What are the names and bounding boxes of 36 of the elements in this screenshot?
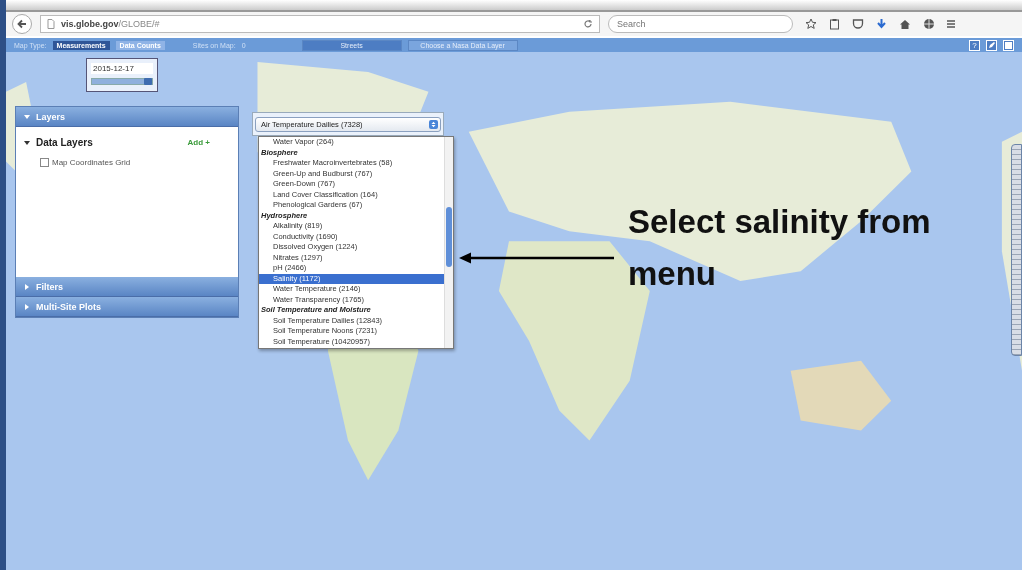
tool-button[interactable]: [986, 39, 997, 51]
add-link[interactable]: Add +: [187, 138, 210, 147]
pencil-icon: [987, 41, 996, 49]
menu-icon[interactable]: [947, 18, 955, 30]
triangle-icon: [24, 140, 30, 147]
fullscreen-button[interactable]: [1003, 39, 1014, 51]
url-text: vis.globe.gov/GLOBE/#: [61, 19, 160, 29]
reload-icon[interactable]: [583, 19, 593, 29]
scrollbar-thumb[interactable]: [446, 207, 452, 267]
date-slider-thumb[interactable]: [144, 78, 152, 85]
scrollbar[interactable]: [444, 137, 453, 348]
globe-icon[interactable]: [923, 18, 935, 30]
triangle-icon: [24, 114, 30, 121]
square-icon: [1005, 41, 1012, 49]
data-layers-header[interactable]: Data Layers: [24, 137, 93, 148]
date-slider[interactable]: [91, 78, 153, 85]
stepper-icon: [429, 120, 438, 129]
zoom-control[interactable]: [1011, 144, 1022, 356]
search-field[interactable]: Search: [608, 15, 793, 33]
back-button[interactable]: [12, 14, 32, 34]
annotation-text: Select salinity from: [628, 202, 931, 242]
arrow-left-icon: [16, 18, 28, 30]
annotation-text: menu: [628, 254, 717, 294]
checkbox-label: Map Coordinates Grid: [52, 158, 131, 167]
date-value: 2015-12-17: [91, 63, 153, 74]
clipboard-icon[interactable]: [829, 18, 840, 30]
home-icon[interactable]: [899, 18, 911, 30]
page-icon: [47, 19, 55, 29]
address-bar[interactable]: vis.globe.gov/GLOBE/#: [40, 15, 600, 33]
triangle-icon: [24, 284, 30, 291]
shield-icon[interactable]: [852, 18, 864, 30]
download-icon[interactable]: [876, 18, 887, 30]
star-icon[interactable]: [805, 18, 817, 30]
triangle-icon: [24, 304, 30, 311]
help-button[interactable]: ?: [969, 39, 980, 51]
checkbox[interactable]: [40, 158, 49, 167]
